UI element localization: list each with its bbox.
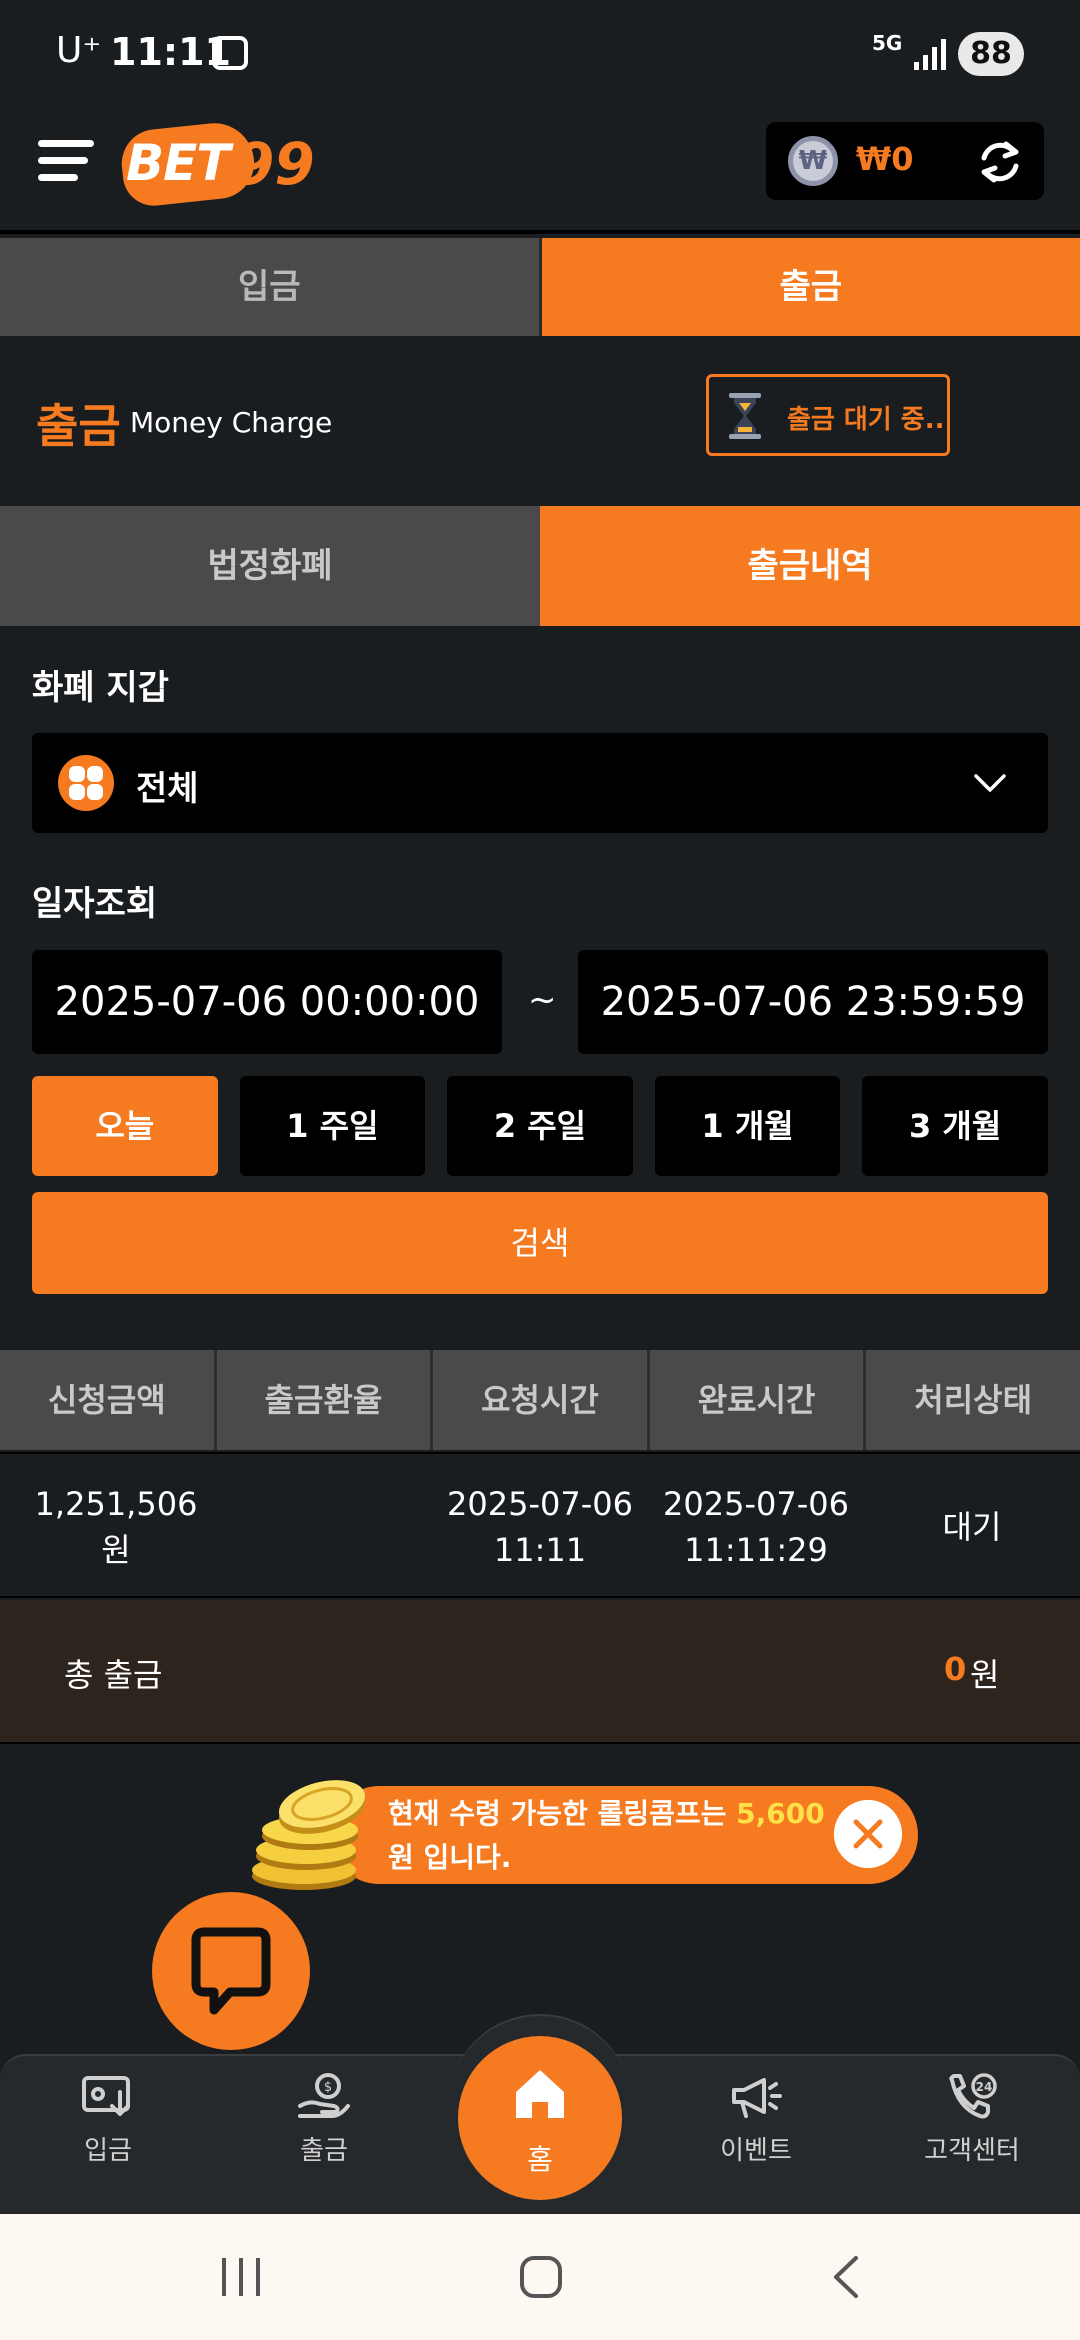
menu-icon[interactable]	[38, 132, 94, 188]
app-header: BET 99 ₩ ₩0	[0, 110, 1080, 234]
chat-button[interactable]	[152, 1892, 310, 2050]
total-value: 0	[944, 1650, 967, 1688]
page-subtitle: Money Charge	[130, 406, 333, 439]
svg-text:24: 24	[976, 2080, 993, 2094]
rolling-comp-banner[interactable]: 현재 수령 가능한 롤링콤프는 5,600 원 입니다.	[330, 1786, 918, 1884]
column-header: 출금환율	[217, 1350, 434, 1450]
tab-withdraw-history[interactable]: 출금내역	[540, 506, 1080, 626]
sub-tabs: 법정화폐 출금내역	[0, 506, 1080, 626]
column-header: 요청시간	[433, 1350, 650, 1450]
request-clock: 11:11	[493, 1531, 587, 1569]
phone-24-icon: 24	[949, 2073, 997, 2119]
hourglass-icon	[729, 393, 761, 439]
total-unit: 원	[970, 1656, 1000, 1694]
nav-withdraw-label: 출금	[300, 2136, 348, 2166]
deposit-icon	[82, 2076, 130, 2116]
range-2-week-button[interactable]: 2 주일	[447, 1076, 633, 1176]
won-coin-icon: ₩	[788, 136, 838, 186]
table-row: 1,251,506 원 2025-07-06 11:11 2025-07-06 …	[0, 1452, 1080, 1598]
date-range-buttons: 오늘 1 주일 2 주일 1 개월 3 개월	[32, 1076, 1048, 1176]
range-3-month-button[interactable]: 3 개월	[862, 1076, 1048, 1176]
column-header: 처리상태	[914, 1381, 1033, 1419]
promo-text: 현재 수령 가능한 롤링콤프는 5,600 원 입니다.	[388, 1797, 825, 1874]
nav-support-label: 고객센터	[924, 2136, 1020, 2166]
history-table-header: 신청금액 출금환율 요청시간 완료시간 처리상태	[0, 1350, 1080, 1450]
cell-request-time: 2025-07-06 11:11	[432, 1454, 648, 1600]
range-1-month-button[interactable]: 1 개월	[654, 1076, 841, 1176]
app-root: U⁺ 11:11 5G 88 BET 99 ₩ ₩0 입금 출금 출금 Mone…	[0, 0, 1080, 2340]
page-title: 출금	[36, 399, 121, 453]
battery-indicator: 88	[958, 32, 1024, 76]
total-withdraw-row: 총 출금 0 원	[0, 1600, 1080, 1744]
withdraw-icon: $	[298, 2073, 350, 2118]
screenshot-icon	[212, 36, 248, 70]
coins-icon	[252, 1780, 366, 1890]
home-system-icon[interactable]	[518, 2254, 564, 2300]
top-tabs: 입금 출금	[0, 238, 1080, 336]
nav-withdraw[interactable]: $ 출금	[244, 2072, 404, 2192]
search-button[interactable]: 검색	[32, 1192, 1048, 1294]
cell-status: 대기	[942, 1508, 1002, 1546]
balance-amount: ₩0	[856, 140, 914, 178]
wallet-select[interactable]: 전체	[32, 733, 1048, 833]
end-date-field[interactable]: 2025-07-06 23:59:59	[578, 950, 1048, 1054]
column-header: 완료시간	[650, 1350, 867, 1450]
total-label: 총 출금	[64, 1656, 163, 1694]
wallet-balance: ₩ ₩0	[766, 122, 1044, 200]
close-icon[interactable]	[834, 1800, 902, 1868]
system-nav-bar	[0, 2214, 1080, 2340]
cell-amount: 1,251,506 원	[34, 1485, 198, 1569]
nav-home[interactable]: 홈	[458, 2036, 622, 2200]
home-icon	[516, 2070, 564, 2118]
range-1-week-button[interactable]: 1 주일	[239, 1076, 426, 1176]
recent-apps-icon[interactable]	[218, 2256, 264, 2298]
date-separator: ~	[528, 980, 557, 1020]
pending-label: 출금 대기 중..	[787, 405, 945, 435]
column-header: 신청금액	[0, 1350, 217, 1450]
nav-deposit-label: 입금	[84, 2136, 132, 2166]
bet99-logo[interactable]: BET 99	[118, 119, 322, 209]
tab-withdraw[interactable]: 출금	[541, 238, 1080, 336]
start-date-field[interactable]: 2025-07-06 00:00:00	[32, 950, 502, 1054]
chat-icon	[191, 1927, 271, 2015]
page-title-row: 출금 Money Charge 출금 대기 중..	[0, 336, 1080, 506]
tab-deposit[interactable]: 입금	[0, 238, 542, 336]
svg-text:$: $	[324, 2080, 332, 2095]
range-today-button[interactable]: 오늘	[32, 1076, 218, 1176]
nav-deposit[interactable]: 입금	[28, 2072, 188, 2192]
promo-amount: 5,600	[736, 1797, 825, 1830]
chevron-down-icon	[974, 774, 1006, 792]
nav-support[interactable]: 24 고객센터	[892, 2072, 1052, 2192]
cell-rate	[216, 1454, 432, 1600]
nav-events[interactable]: 이벤트	[676, 2072, 836, 2192]
back-icon[interactable]	[826, 2254, 866, 2300]
network-5g-icon: 5G	[872, 31, 903, 55]
date-section-label: 일자조회	[32, 884, 158, 924]
request-date: 2025-07-06	[447, 1485, 633, 1523]
wallet-section-label: 화폐 지갑	[32, 668, 169, 708]
withdraw-pending-button[interactable]: 출금 대기 중..	[706, 374, 950, 456]
status-bar: U⁺ 11:11 5G 88	[0, 0, 1080, 110]
tab-fiat[interactable]: 법정화폐	[0, 506, 540, 626]
complete-date: 2025-07-06	[663, 1485, 849, 1523]
megaphone-icon	[732, 2078, 782, 2118]
wallet-select-value: 전체	[136, 769, 199, 809]
signal-icon	[914, 39, 946, 70]
refresh-icon[interactable]	[976, 138, 1024, 186]
nav-events-label: 이벤트	[720, 2136, 792, 2166]
complete-clock: 11:11:29	[684, 1531, 828, 1569]
cell-complete-time: 2025-07-06 11:11:29	[648, 1454, 864, 1600]
nav-home-label: 홈	[527, 2143, 553, 2176]
carrier-label: U⁺	[56, 30, 102, 71]
grid-icon	[58, 755, 114, 811]
